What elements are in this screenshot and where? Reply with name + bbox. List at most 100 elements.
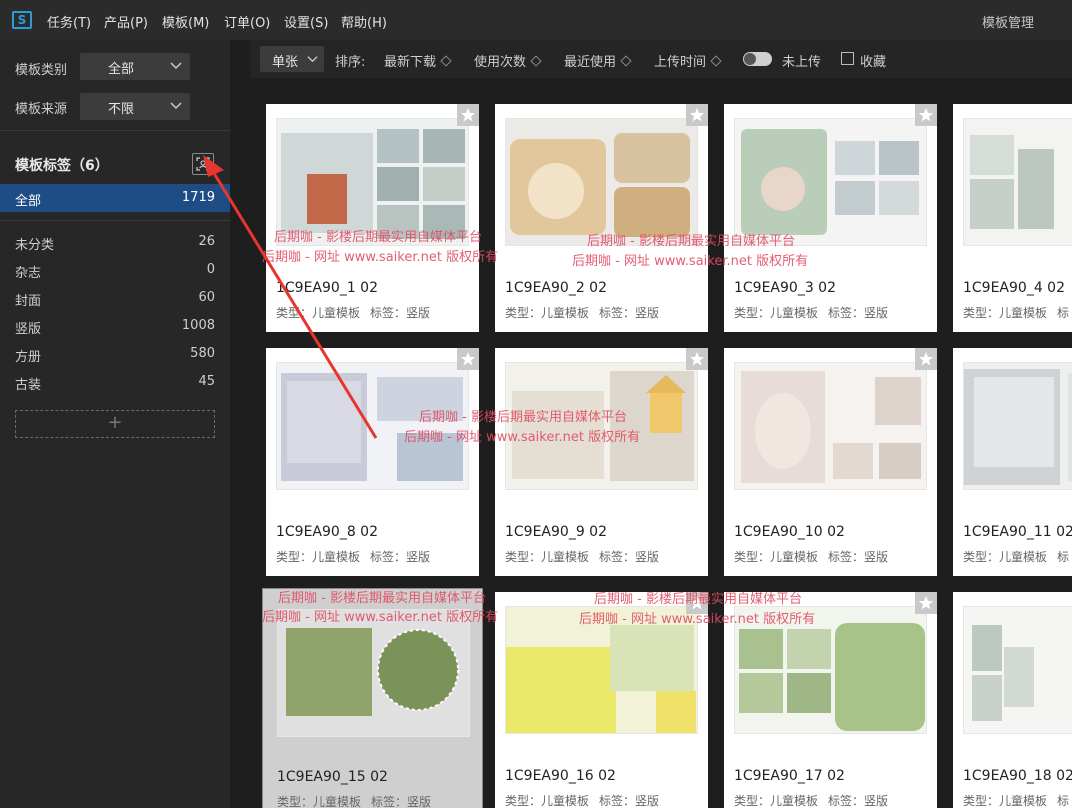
template-title: 1C9EA90_4 02 (963, 280, 1065, 296)
template-title: 1C9EA90_10 02 (734, 524, 845, 540)
favorite-checkbox[interactable] (841, 52, 854, 65)
favorite-star-icon[interactable] (915, 348, 937, 370)
template-type: 类型：儿童模板 (277, 795, 362, 808)
tag-item-all[interactable]: 全部 1719 (0, 184, 230, 212)
template-tag: 标签：竖版 (828, 550, 889, 564)
sort-upload-time[interactable]: 上传时间 (654, 51, 722, 70)
favorite-star-icon[interactable] (457, 348, 479, 370)
category-select[interactable]: 全部 (80, 53, 190, 80)
tag-item-costume[interactable]: 古装 45 (0, 368, 230, 396)
template-tag: 标 (1057, 794, 1070, 808)
sort-icon (620, 55, 632, 67)
menu-help[interactable]: 帮助(H) (341, 12, 387, 31)
template-meta: 类型：儿童模板标 (963, 792, 1072, 808)
favorite-star-icon[interactable] (915, 104, 937, 126)
favorite-star-icon[interactable] (457, 104, 479, 126)
manage-tags-button[interactable] (192, 153, 214, 175)
divider (0, 220, 230, 221)
template-thumbnail (963, 362, 1072, 490)
tag-count: 60 (198, 290, 215, 305)
template-title: 1C9EA90_16 02 (505, 768, 616, 784)
app-logo-icon: S (12, 11, 32, 29)
template-type: 类型：儿童模板 (505, 306, 590, 320)
tag-item-square[interactable]: 方册 580 (0, 340, 230, 368)
template-card[interactable]: 1C9EA90_10 02 类型：儿童模板 标签：竖版 (724, 348, 937, 576)
source-select[interactable]: 不限 (80, 93, 190, 120)
tag-count: 45 (198, 374, 215, 389)
template-title: 1C9EA90_9 02 (505, 524, 607, 540)
template-tag: 标签：竖版 (599, 306, 660, 320)
tag-name: 封面 (15, 294, 42, 309)
tag-item-cover[interactable]: 封面 60 (0, 284, 230, 312)
sort-label: 排序: (335, 55, 366, 70)
template-tag: 标 (1057, 550, 1070, 564)
menu-product[interactable]: 产品(P) (104, 12, 148, 31)
source-value: 不限 (108, 102, 135, 117)
template-meta: 类型：儿童模板 标签：竖版 (734, 792, 898, 808)
tag-count: 1719 (181, 190, 215, 205)
template-card[interactable]: 1C9EA90_9 02 类型：儿童模板 标签：竖版 (495, 348, 708, 576)
menu-template[interactable]: 模板(M) (162, 12, 209, 31)
template-meta: 类型：儿童模板 标签：竖版 (276, 304, 440, 321)
template-thumbnail (734, 362, 927, 490)
sidebar: 模板类别 全部 模板来源 不限 模板标签（6） 全部 1719 未分类 26 杂… (0, 40, 230, 808)
toggle-knob (744, 53, 756, 65)
menu-task[interactable]: 任务(T) (47, 12, 91, 31)
template-card[interactable]: 1C9EA90_4 02 类型：儿童模板标 (953, 104, 1072, 332)
template-card[interactable]: 1C9EA90_17 02 类型：儿童模板 标签：竖版 (724, 592, 937, 808)
template-card[interactable]: 1C9EA90_18 02 类型：儿童模板标 (953, 592, 1072, 808)
favorite-star-icon[interactable] (686, 348, 708, 370)
not-uploaded-toggle[interactable] (743, 52, 772, 66)
divider (0, 130, 230, 131)
not-uploaded-label: 未上传 (782, 55, 822, 70)
template-card[interactable]: 1C9EA90_3 02 类型：儿童模板 标签：竖版 (724, 104, 937, 332)
favorite-star-icon[interactable] (686, 592, 708, 614)
sort-option-label: 最新下载 (384, 55, 437, 70)
template-thumbnail (505, 362, 698, 490)
sort-icon (440, 55, 452, 67)
favorite-star-icon[interactable] (915, 592, 937, 614)
favorite-star-icon[interactable] (686, 104, 708, 126)
template-type: 类型：儿童模板 (734, 794, 819, 808)
template-meta: 类型：儿童模板 标签：竖版 (277, 793, 441, 808)
sort-usage-count[interactable]: 使用次数 (474, 51, 542, 70)
template-tag: 标签：竖版 (599, 550, 660, 564)
template-card-selected[interactable]: 1C9EA90_15 02 类型：儿童模板 标签：竖版 (262, 588, 483, 808)
template-card[interactable]: 1C9EA90_11 02 类型：儿童模板标 (953, 348, 1072, 576)
tag-name: 方册 (15, 350, 42, 365)
view-mode-select[interactable]: 单张 (260, 46, 324, 72)
tag-name: 古装 (15, 378, 42, 393)
template-meta: 类型：儿童模板 标签：竖版 (734, 548, 898, 565)
add-tag-button[interactable]: + (15, 410, 215, 438)
sort-recent-use[interactable]: 最近使用 (564, 51, 632, 70)
template-meta: 类型：儿童模板 标签：竖版 (734, 304, 898, 321)
tag-item-portrait[interactable]: 竖版 1008 (0, 312, 230, 340)
template-tag: 标签：竖版 (599, 794, 660, 808)
manage-tags-icon (196, 157, 210, 171)
template-type: 类型：儿童模板 (963, 794, 1048, 808)
template-type: 类型：儿童模板 (505, 550, 590, 564)
template-thumbnail (963, 606, 1072, 734)
template-title: 1C9EA90_18 02 (963, 768, 1072, 784)
template-type: 类型：儿童模板 (963, 306, 1048, 320)
template-card[interactable]: 1C9EA90_8 02 类型：儿童模板 标签：竖版 (266, 348, 479, 576)
tag-item-uncategorized[interactable]: 未分类 26 (0, 228, 230, 256)
sort-latest-download[interactable]: 最新下载 (384, 51, 452, 70)
menu-settings[interactable]: 设置(S) (284, 12, 328, 31)
template-type: 类型：儿童模板 (734, 550, 819, 564)
chevron-down-icon (170, 62, 182, 69)
template-card[interactable]: 1C9EA90_16 02 类型：儿童模板 标签：竖版 (495, 592, 708, 808)
template-tag: 标签：竖版 (828, 794, 889, 808)
tag-item-magazine[interactable]: 杂志 0 (0, 256, 230, 284)
template-card[interactable]: 1C9EA90_1 02 类型：儿童模板 标签：竖版 (266, 104, 479, 332)
category-label: 模板类别 (15, 63, 68, 78)
tag-count: 26 (198, 234, 215, 249)
template-type: 类型：儿童模板 (276, 306, 361, 320)
source-label: 模板来源 (15, 102, 68, 117)
template-title: 1C9EA90_11 02 (963, 524, 1072, 540)
template-card[interactable]: 1C9EA90_2 02 类型：儿童模板 标签：竖版 (495, 104, 708, 332)
template-title: 1C9EA90_2 02 (505, 280, 607, 296)
menu-order[interactable]: 订单(O) (224, 12, 270, 31)
template-meta: 类型：儿童模板 标签：竖版 (505, 792, 669, 808)
template-thumbnail (277, 609, 470, 737)
